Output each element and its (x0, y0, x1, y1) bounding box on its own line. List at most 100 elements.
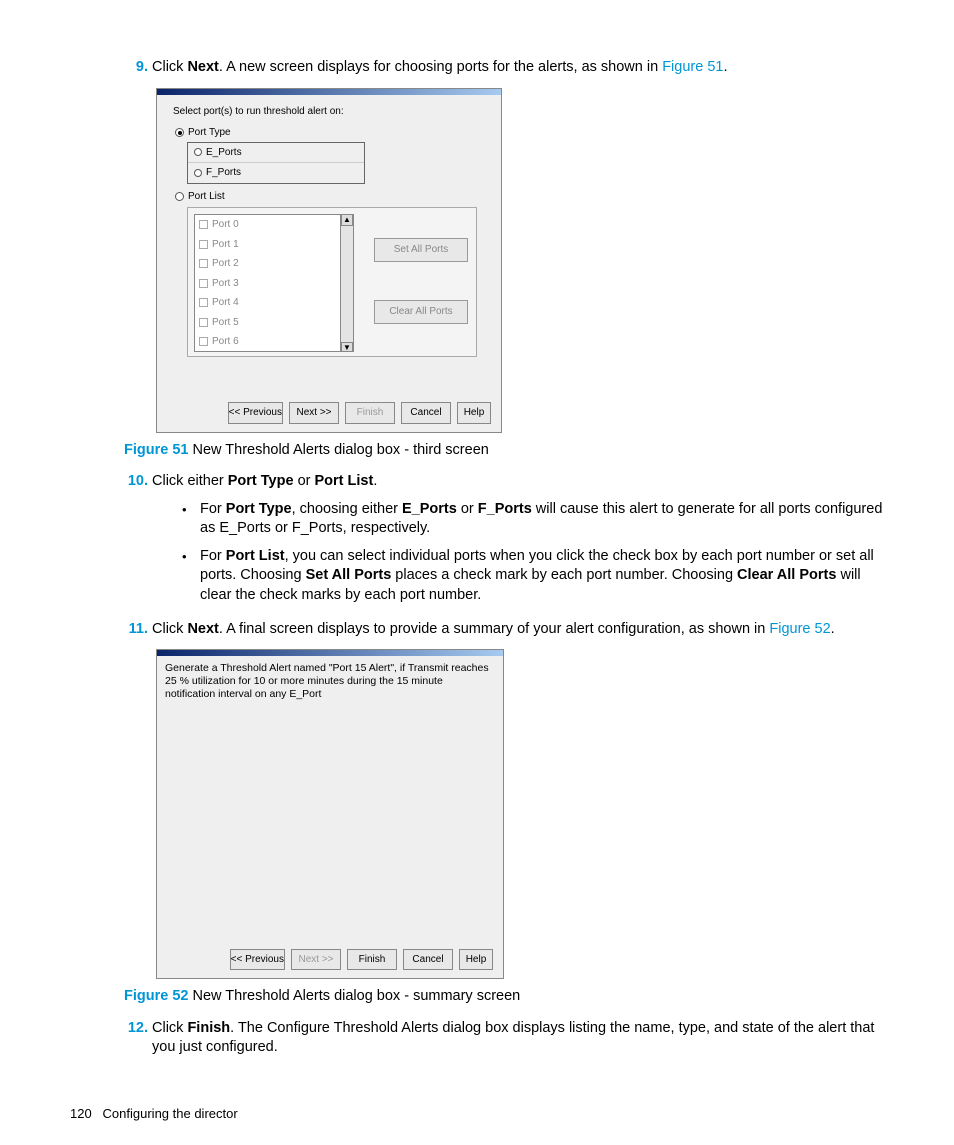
port-type-options: E_Ports F_Ports (187, 142, 365, 184)
step-body: Click Next. A new screen displays for ch… (152, 58, 884, 78)
checkbox-icon (199, 240, 208, 249)
scroll-up-icon[interactable]: ▲ (341, 214, 353, 226)
bold-next: Next (187, 621, 218, 637)
port-row[interactable]: Port 6 (195, 332, 353, 352)
port-row[interactable]: Port 0 (195, 215, 353, 235)
step-10: 10. Click either Port Type or Port List.… (124, 472, 884, 613)
text: . A new screen displays for choosing por… (219, 59, 662, 75)
radio-port-type[interactable]: Port Type (175, 126, 485, 140)
page-number: 120 (70, 1106, 92, 1121)
bullet-port-type: For Port Type, choosing either E_Ports o… (182, 500, 884, 539)
port-row[interactable]: Port 5 (195, 313, 353, 333)
text: . (831, 621, 835, 637)
threshold-dialog-third-screen: Select port(s) to run threshold alert on… (156, 88, 502, 433)
next-button[interactable]: Next >> (289, 402, 339, 424)
figure-52-container: Generate a Threshold Alert named "Port 1… (136, 649, 884, 979)
next-button[interactable]: Next >> (291, 949, 341, 971)
set-all-ports-button[interactable]: Set All Ports (374, 238, 468, 262)
step-number: 11. (124, 620, 152, 640)
text: Click (152, 621, 187, 637)
option-label: E_Ports (206, 146, 242, 160)
radio-port-list[interactable]: Port List (175, 190, 485, 204)
port-label: Port 5 (212, 316, 239, 330)
previous-button[interactable]: << Previous (230, 949, 285, 971)
text: or (294, 473, 315, 489)
step-9: 9. Click Next. A new screen displays for… (70, 58, 884, 78)
option-label: F_Ports (206, 166, 241, 180)
figure-text: New Threshold Alerts dialog box - third … (188, 442, 488, 458)
port-row[interactable]: Port 4 (195, 293, 353, 313)
dialog-instruction: Select port(s) to run threshold alert on… (173, 105, 485, 119)
bold: E_Ports (402, 501, 457, 517)
port-list-area: Port 0 Port 1 Port 2 Port 3 Port 4 Port … (187, 207, 477, 357)
radio-icon (175, 128, 184, 137)
bold-port-type: Port Type (228, 473, 294, 489)
bold: Port Type (226, 501, 292, 517)
page-footer: 120 Configuring the director (70, 1105, 238, 1123)
checkbox-icon (199, 298, 208, 307)
clear-all-ports-button[interactable]: Clear All Ports (374, 300, 468, 324)
bold-port-list: Port List (315, 473, 374, 489)
checkbox-icon (199, 279, 208, 288)
text: places a check mark by each port number.… (391, 567, 737, 583)
help-button[interactable]: Help (459, 949, 493, 971)
bold: F_Ports (478, 501, 532, 517)
figure-51-container: Select port(s) to run threshold alert on… (136, 88, 884, 433)
bold-finish: Finish (187, 1020, 230, 1036)
port-label: Port 2 (212, 257, 239, 271)
bullet-port-list: For Port List, you can select individual… (182, 547, 884, 606)
section-title: Configuring the director (103, 1106, 238, 1121)
step-number: 9. (124, 58, 152, 78)
step-body: Click Next. A final screen displays to p… (152, 620, 884, 640)
text: For (200, 501, 226, 517)
help-button[interactable]: Help (457, 402, 491, 424)
text: Click (152, 1020, 187, 1036)
radio-icon (194, 148, 202, 156)
radio-icon (175, 192, 184, 201)
port-label: Port 6 (212, 335, 239, 349)
radio-label: Port Type (188, 126, 231, 140)
summary-text: Generate a Threshold Alert named "Port 1… (157, 656, 503, 707)
link-figure-52[interactable]: Figure 52 (769, 621, 830, 637)
text: Click either (152, 473, 228, 489)
port-row[interactable]: Port 2 (195, 254, 353, 274)
previous-button[interactable]: << Previous (228, 402, 283, 424)
scrollbar[interactable]: ▲ ▼ (340, 214, 354, 352)
figure-52-caption: Figure 52 New Threshold Alerts dialog bo… (124, 987, 884, 1007)
finish-button[interactable]: Finish (345, 402, 395, 424)
radio-icon (194, 169, 202, 177)
text: . (373, 473, 377, 489)
checkbox-icon (199, 337, 208, 346)
checkbox-icon (199, 318, 208, 327)
port-label: Port 3 (212, 277, 239, 291)
text: Click (152, 59, 187, 75)
bold: Set All Ports (306, 567, 392, 583)
link-figure-51[interactable]: Figure 51 (662, 59, 723, 75)
scroll-down-icon[interactable]: ▼ (341, 342, 353, 352)
dialog-button-row: << Previous Next >> Finish Cancel Help (230, 949, 493, 971)
port-label: Port 4 (212, 296, 239, 310)
cancel-button[interactable]: Cancel (401, 402, 451, 424)
button-label: Set All Ports (394, 243, 448, 257)
step-11: 11. Click Next. A final screen displays … (124, 620, 884, 640)
bold-next: Next (187, 59, 218, 75)
checkbox-icon (199, 220, 208, 229)
figure-label: Figure 51 (124, 442, 188, 458)
option-e-ports[interactable]: E_Ports (188, 143, 364, 164)
port-row[interactable]: Port 3 (195, 274, 353, 294)
dialog-button-row: << Previous Next >> Finish Cancel Help (228, 402, 491, 424)
port-row[interactable]: Port 1 (195, 235, 353, 255)
text: . (723, 59, 727, 75)
step-number: 10. (124, 472, 152, 613)
text: . The Configure Threshold Alerts dialog … (152, 1020, 874, 1056)
step-body: Click Finish. The Configure Threshold Al… (152, 1019, 884, 1058)
figure-label: Figure 52 (124, 988, 188, 1004)
cancel-button[interactable]: Cancel (403, 949, 453, 971)
step-12: 12. Click Finish. The Configure Threshol… (124, 1019, 884, 1058)
option-f-ports[interactable]: F_Ports (188, 163, 364, 183)
finish-button[interactable]: Finish (347, 949, 397, 971)
figure-text: New Threshold Alerts dialog box - summar… (188, 988, 520, 1004)
bold: Clear All Ports (737, 567, 836, 583)
checkbox-icon (199, 259, 208, 268)
port-label: Port 1 (212, 238, 239, 252)
